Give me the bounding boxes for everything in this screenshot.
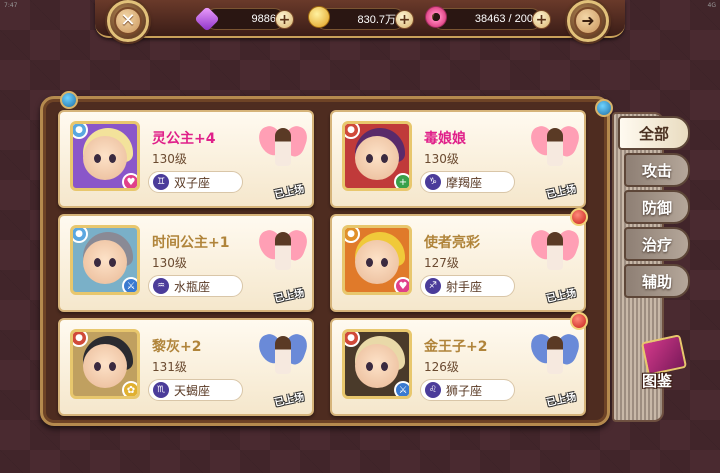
zodiac-badge: ♊ 双子座 (148, 171, 243, 193)
role-icon: + (394, 173, 409, 188)
zodiac-icon: ♏ (153, 382, 169, 398)
role-icon: ⚔ (122, 277, 137, 292)
zodiac-badge: ♌ 狮子座 (420, 379, 515, 401)
hero-level: 131级 (152, 360, 187, 374)
coin-icon (308, 6, 330, 28)
zodiac-badge: ♑ 摩羯座 (420, 171, 515, 193)
hero-portrait: ● ✿ (70, 329, 140, 399)
gem-ornament-icon (60, 91, 78, 109)
zodiac-label: 射手座 (446, 279, 483, 294)
element-icon: ● (73, 228, 88, 243)
fairy-icon (527, 330, 583, 390)
hero-portrait: ● ♥ (70, 121, 140, 191)
fairy-icon (527, 122, 583, 182)
deployed-label: 已上场 (545, 391, 578, 409)
hero-portrait: ● ⚔ (342, 329, 412, 399)
hero-card[interactable]: ● ♥ 灵公主+4 130级 ♊ 双子座 已上场 (58, 110, 314, 208)
hero-card[interactable]: ● ⚔ 时间公主+1 130级 ♒ 水瓶座 已上场 (58, 214, 314, 312)
role-icon: ♥ (122, 173, 137, 188)
add-gold-button[interactable]: + (395, 10, 414, 29)
tab-filter[interactable]: 防御 (624, 190, 690, 224)
hero-card[interactable]: ● ✿ 黎灰+2 131级 ♏ 天蝎座 已上场 (58, 318, 314, 416)
add-gems-button[interactable]: + (275, 10, 294, 29)
zodiac-badge: ♏ 天蝎座 (148, 379, 243, 401)
status-network: 4G (707, 2, 716, 9)
hero-face (355, 136, 399, 180)
codex-label: 图鉴 (642, 372, 673, 390)
role-icon: ♥ (394, 277, 409, 292)
close-icon: ✕ (114, 7, 142, 35)
stamina-value: 38463 / 200 (474, 13, 533, 25)
element-icon: ● (73, 332, 88, 347)
hero-name: 金王子+2 (424, 339, 488, 355)
hero-name: 灵公主+4 (152, 131, 216, 147)
hero-face (355, 344, 399, 388)
zodiac-badge: ♒ 水瓶座 (148, 275, 243, 297)
hero-grid: ● ♥ 灵公主+4 130级 ♊ 双子座 已上场 ● + 毒娘娘 130级 ♑ … (58, 110, 603, 420)
add-stamina-button[interactable]: + (532, 10, 551, 29)
hero-level: 126级 (424, 360, 459, 374)
donut-icon (425, 6, 447, 28)
deployed-label: 已上场 (545, 183, 578, 201)
zodiac-label: 摩羯座 (446, 175, 483, 190)
deployed-label: 已上场 (273, 287, 306, 305)
zodiac-icon: ♑ (425, 174, 441, 190)
hero-level: 127级 (424, 256, 459, 270)
tab-filter[interactable]: 治疗 (624, 227, 690, 261)
hero-card[interactable]: ● ♥ 使者亮彩 127级 ♐ 射手座 已上场 (330, 208, 588, 312)
role-icon: ✿ (122, 381, 137, 396)
back-arrow-icon: ➜ (574, 7, 602, 35)
close-button[interactable]: ✕ (107, 0, 149, 42)
hero-level: 130级 (152, 256, 187, 270)
deployed-label: 已上场 (273, 183, 306, 201)
fairy-icon (255, 122, 311, 182)
hero-name: 使者亮彩 (424, 235, 480, 251)
stamina-counter: 38463 / 200 + (425, 6, 551, 30)
hero-portrait: ● ⚔ (70, 225, 140, 295)
status-time: 7:47 (4, 2, 18, 9)
hero-portrait: ● + (342, 121, 412, 191)
zodiac-icon: ♐ (425, 278, 441, 294)
notification-dot (570, 312, 588, 330)
tab-filter[interactable]: 全部 (618, 116, 690, 150)
deployed-label: 已上场 (273, 391, 306, 409)
notification-dot (570, 208, 588, 226)
zodiac-icon: ♒ (153, 278, 169, 294)
gold-counter: 830.7万 + (308, 6, 414, 30)
hero-face (83, 344, 127, 388)
role-icon: ⚔ (394, 381, 409, 396)
back-button[interactable]: ➜ (567, 0, 609, 42)
fairy-icon (255, 330, 311, 390)
zodiac-badge: ♐ 射手座 (420, 275, 515, 297)
hero-name: 时间公主+1 (152, 235, 230, 251)
element-icon: ● (73, 124, 88, 139)
zodiac-label: 双子座 (174, 175, 211, 190)
element-icon: ● (345, 228, 360, 243)
zodiac-icon: ♌ (425, 382, 441, 398)
hero-portrait: ● ♥ (342, 225, 412, 295)
zodiac-label: 天蝎座 (174, 383, 211, 398)
gem-counter: 9886 + (194, 6, 294, 32)
hero-level: 130级 (152, 152, 187, 166)
hero-face (355, 240, 399, 284)
fairy-icon (255, 226, 311, 286)
hero-face (83, 240, 127, 284)
zodiac-label: 狮子座 (446, 383, 483, 398)
hero-level: 130级 (424, 152, 459, 166)
codex-button[interactable]: 图鉴 (638, 334, 698, 398)
fairy-icon (527, 226, 583, 286)
tab-filter[interactable]: 攻击 (624, 153, 690, 187)
hero-card[interactable]: ● + 毒娘娘 130级 ♑ 摩羯座 已上场 (330, 110, 586, 208)
hero-name: 毒娘娘 (424, 131, 466, 147)
hero-name: 黎灰+2 (152, 339, 202, 355)
tab-filter[interactable]: 辅助 (624, 264, 690, 298)
zodiac-icon: ♊ (153, 174, 169, 190)
element-icon: ● (345, 332, 360, 347)
zodiac-label: 水瓶座 (174, 279, 211, 294)
element-icon: ● (345, 124, 360, 139)
deployed-label: 已上场 (545, 287, 578, 305)
hero-face (83, 136, 127, 180)
hero-card[interactable]: ● ⚔ 金王子+2 126级 ♌ 狮子座 已上场 (330, 312, 588, 416)
